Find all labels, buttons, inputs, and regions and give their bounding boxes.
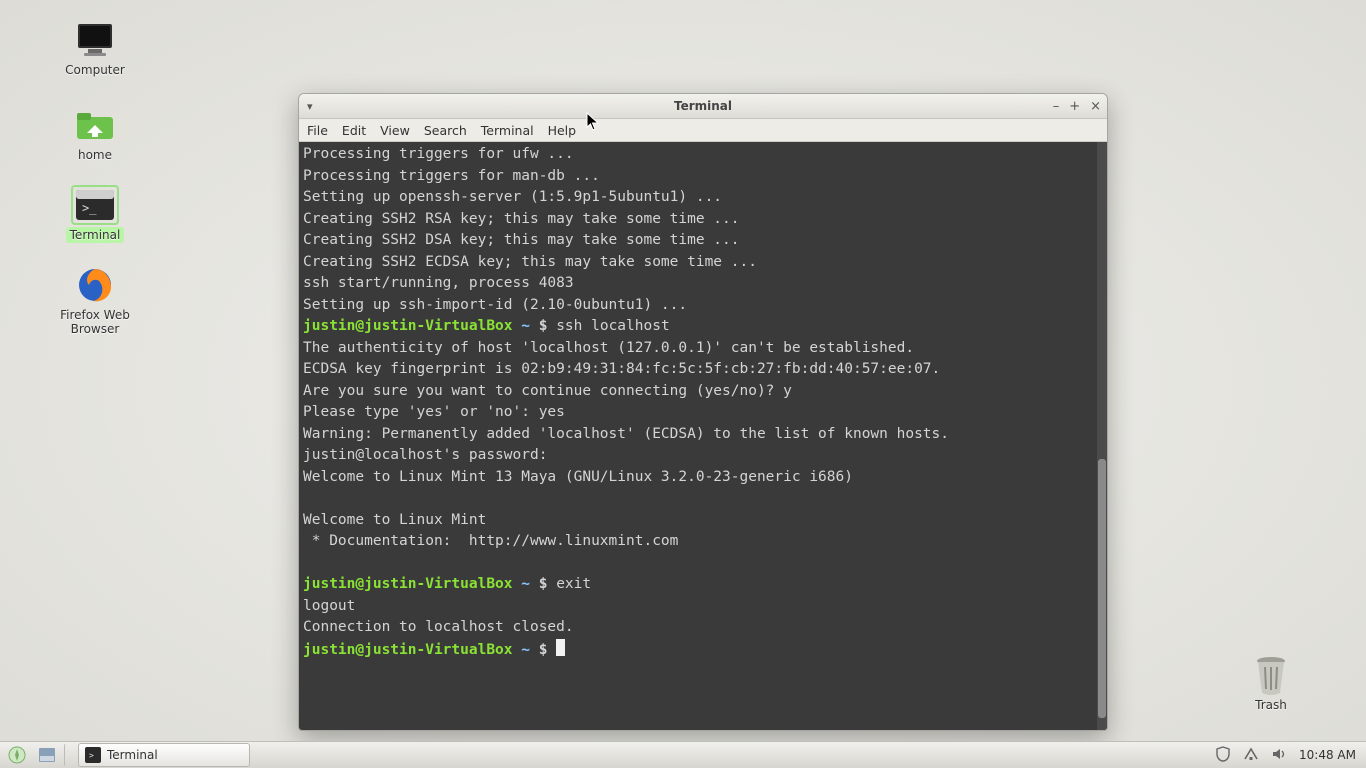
menu-edit[interactable]: Edit <box>342 123 366 138</box>
show-desktop-button[interactable] <box>34 743 60 767</box>
terminal-line: The authenticity of host 'localhost (127… <box>303 338 1103 360</box>
prompt-userhost: justin@justin-VirtualBox <box>303 318 513 334</box>
terminal-line: Warning: Permanently added 'localhost' (… <box>303 424 1103 446</box>
prompt-path: ~ <box>521 642 530 658</box>
terminal-line: Welcome to Linux Mint 13 Maya (GNU/Linux… <box>303 467 1103 489</box>
terminal-line: Processing triggers for man-db ... <box>303 166 1103 188</box>
taskbar-task-label: Terminal <box>107 748 158 762</box>
desktop-icon-label: Firefox Web Browser <box>40 307 150 337</box>
terminal-line: Please type 'yes' or 'no': yes <box>303 402 1103 424</box>
desktop-icon-firefox[interactable]: Firefox Web Browser <box>40 265 150 337</box>
prompt-userhost: justin@justin-VirtualBox <box>303 642 513 658</box>
terminal-line <box>303 553 1103 575</box>
prompt-sigil: $ <box>539 576 548 592</box>
desktop-icon-computer[interactable]: Computer <box>40 20 150 78</box>
desktop[interactable]: Computer home >_ Terminal Firefox Web Br… <box>0 0 1366 768</box>
scrollbar-thumb[interactable] <box>1098 459 1106 718</box>
titlebar[interactable]: ▾ Terminal – + × <box>299 94 1107 119</box>
taskbar-task-terminal[interactable]: > Terminal <box>78 743 250 767</box>
terminal-icon: >_ <box>71 185 119 225</box>
prompt-command: exit <box>556 576 591 592</box>
taskbar-separator <box>64 743 72 767</box>
prompt-path: ~ <box>521 318 530 334</box>
close-button[interactable]: × <box>1090 99 1101 114</box>
prompt-sigil: $ <box>539 318 548 334</box>
menu-help[interactable]: Help <box>548 123 577 138</box>
desktop-icon-label: Trash <box>1251 697 1291 713</box>
menu-file[interactable]: File <box>307 123 328 138</box>
desktop-icon-label: Computer <box>61 62 129 78</box>
tray-network-icon[interactable] <box>1243 747 1259 764</box>
terminal-prompt-line: justin@justin-VirtualBox ~ $ ssh localho… <box>303 316 1103 338</box>
terminal-icon: > <box>85 747 101 763</box>
terminal-line: Processing triggers for ufw ... <box>303 144 1103 166</box>
home-folder-icon <box>71 105 119 145</box>
terminal-scrollbar[interactable] <box>1097 142 1107 730</box>
tray-shield-icon[interactable] <box>1215 746 1231 765</box>
terminal-line: logout <box>303 596 1103 618</box>
menu-terminal[interactable]: Terminal <box>481 123 534 138</box>
terminal-line: Connection to localhost closed. <box>303 617 1103 639</box>
prompt-sigil: $ <box>539 642 548 658</box>
terminal-prompt-line: justin@justin-VirtualBox ~ $ exit <box>303 574 1103 596</box>
terminal-line: Setting up ssh-import-id (2.10-0ubuntu1)… <box>303 295 1103 317</box>
window-menu-indicator[interactable]: ▾ <box>307 100 313 113</box>
terminal-prompt-line: justin@justin-VirtualBox ~ $ <box>303 639 1103 662</box>
desktop-icon-home[interactable]: home <box>40 105 150 163</box>
terminal-line: ECDSA key fingerprint is 02:b9:49:31:84:… <box>303 359 1103 381</box>
terminal-line: Welcome to Linux Mint <box>303 510 1103 532</box>
terminal-line: Setting up openssh-server (1:5.9p1-5ubun… <box>303 187 1103 209</box>
trash-icon <box>1247 655 1295 695</box>
menubar: File Edit View Search Terminal Help <box>299 119 1107 142</box>
svg-text:>: > <box>89 751 94 760</box>
firefox-icon <box>71 265 119 305</box>
desktop-icon-label: home <box>74 147 116 163</box>
terminal-line: ssh start/running, process 4083 <box>303 273 1103 295</box>
tray-clock[interactable]: 10:48 AM <box>1299 748 1356 762</box>
prompt-userhost: justin@justin-VirtualBox <box>303 576 513 592</box>
terminal-line: * Documentation: http://www.linuxmint.co… <box>303 531 1103 553</box>
menu-launcher[interactable] <box>4 743 30 767</box>
terminal-line: Are you sure you want to continue connec… <box>303 381 1103 403</box>
terminal-body[interactable]: Processing triggers for ufw ...Processin… <box>299 142 1107 730</box>
window-title: Terminal <box>299 99 1107 113</box>
menu-search[interactable]: Search <box>424 123 467 138</box>
terminal-cursor <box>556 639 565 656</box>
terminal-line: Creating SSH2 ECDSA key; this may take s… <box>303 252 1103 274</box>
terminal-line: Creating SSH2 DSA key; this may take som… <box>303 230 1103 252</box>
menu-view[interactable]: View <box>380 123 410 138</box>
desktop-icon-trash[interactable]: Trash <box>1216 655 1326 713</box>
taskbar: > Terminal 10:48 AM <box>0 741 1366 768</box>
terminal-line <box>303 488 1103 510</box>
system-tray: 10:48 AM <box>1215 746 1366 765</box>
tray-volume-icon[interactable] <box>1271 747 1287 764</box>
desktop-icon-terminal[interactable]: >_ Terminal <box>40 185 150 243</box>
svg-text:>_: >_ <box>82 201 97 215</box>
terminal-window[interactable]: ▾ Terminal – + × File Edit View Search T… <box>298 93 1108 731</box>
terminal-line: Creating SSH2 RSA key; this may take som… <box>303 209 1103 231</box>
prompt-command: ssh localhost <box>556 318 670 334</box>
prompt-path: ~ <box>521 576 530 592</box>
desktop-icon-label: Terminal <box>66 227 125 243</box>
computer-icon <box>71 20 119 60</box>
maximize-button[interactable]: + <box>1069 99 1080 114</box>
minimize-button[interactable]: – <box>1053 99 1060 114</box>
terminal-line: justin@localhost's password: <box>303 445 1103 467</box>
